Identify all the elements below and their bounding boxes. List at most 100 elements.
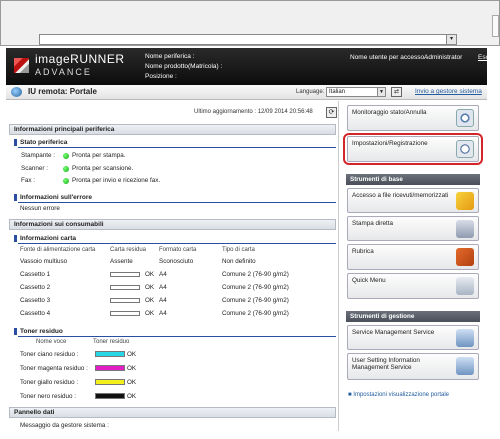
portal-settings-link[interactable]: ■ Impostazioni visualizzazione portale <box>348 392 449 398</box>
scanner-status: Pronta per scansione. <box>72 165 134 172</box>
table-row-remaining: OK <box>145 310 155 317</box>
fax-label: Fax : <box>21 177 35 184</box>
language-select[interactable]: Italian ▼ <box>326 87 386 97</box>
toner-row-status: OK <box>127 393 137 400</box>
address-book-label: Rubrica <box>352 248 374 255</box>
settings-registration-label: Impostazioni/Registrazione <box>352 140 428 147</box>
stored-files-label: Accesso a file ricevuti/memorizzati <box>352 192 449 199</box>
table-row-type: Non definito <box>222 258 256 265</box>
status-ok-icon <box>63 153 69 159</box>
toner-level-bar <box>95 393 125 399</box>
table-row-remaining: OK <box>145 297 155 304</box>
consumables-header: Informazioni sui consumabili <box>9 219 336 230</box>
table-row-source: Cassetto 1 <box>20 271 51 278</box>
window-icon <box>456 357 474 375</box>
table-row-format: A4 <box>159 310 167 317</box>
paper-col-source: Fonte di alimentazione carta <box>20 247 96 253</box>
toner-col-name: Nome voce <box>36 339 67 345</box>
toner-col-remaining: Toner residuo <box>93 339 130 345</box>
banner: imageRUNNER ADVANCE Nome periferica : No… <box>6 48 490 85</box>
table-row-remaining: Assente <box>110 258 133 265</box>
status-header: Stato periferica <box>14 138 336 148</box>
printer-label: Stampante : <box>21 152 55 159</box>
send-admin-link[interactable]: Invio a gestore sistema <box>415 88 482 95</box>
product-name-label: Nome prodotto(Matricola) : <box>145 63 223 70</box>
device-info-header: Informazioni principali periferica <box>9 124 336 135</box>
user-label: Nome utente per accesso : <box>350 54 428 61</box>
table-row-type: Comune 2 (76-90 g/m2) <box>222 284 289 291</box>
table-row-source: Cassetto 3 <box>20 297 51 304</box>
basic-tools-header: Strumenti di base <box>346 174 480 185</box>
address-book-button[interactable]: Rubrica <box>347 244 479 270</box>
status-ok-icon <box>63 178 69 184</box>
address-dropdown-icon[interactable]: ▾ <box>446 35 456 44</box>
status-ok-icon <box>63 166 69 172</box>
user-setting-button[interactable]: User Setting Information Management Serv… <box>347 353 479 380</box>
remote-ui-icon <box>11 87 22 97</box>
user-name: Administrator <box>424 54 463 61</box>
toner-level-bar <box>95 351 125 357</box>
data-panel-header: Pannello dati <box>9 407 336 418</box>
address-bar[interactable]: ▾ <box>39 34 457 45</box>
device-name-label: Nome periferica : <box>145 53 195 60</box>
direct-print-label: Stampa diretta <box>352 220 393 227</box>
settings-registration-button[interactable]: Impostazioni/Registrazione <box>347 136 479 162</box>
language-value: Italian <box>329 89 346 95</box>
toner-level-bar <box>95 365 125 371</box>
quick-menu-button[interactable]: Quick Menu <box>347 273 479 299</box>
paper-level-bar <box>110 272 140 277</box>
page-title: IU remota: Portale <box>28 87 97 96</box>
table-row-format: A4 <box>159 284 167 291</box>
toner-level-bar <box>95 379 125 385</box>
toner-header: Toner residuo <box>14 327 336 337</box>
location-label: Posizione : <box>145 73 177 80</box>
refresh-button[interactable]: ⟳ <box>326 107 337 118</box>
printer-icon <box>456 220 474 238</box>
window-icon <box>456 329 474 347</box>
language-label: Language: <box>296 89 325 95</box>
fax-status: Pronta per invio e ricezione fax. <box>72 177 161 184</box>
service-management-button[interactable]: Service Management Service <box>347 325 479 350</box>
toner-row-status: OK <box>127 365 137 372</box>
error-header: Informazioni sull'errore <box>14 193 336 203</box>
paper-level-bar <box>110 285 140 290</box>
toner-row-name: Toner magenta residuo : <box>20 365 88 372</box>
address-book-icon <box>456 248 474 266</box>
paper-col-remaining: Carta residua <box>110 247 147 253</box>
toner-row-status: OK <box>127 351 137 358</box>
paper-col-format: Formato carta <box>159 247 197 253</box>
language-apply-button[interactable]: ⇄ <box>391 87 402 97</box>
user-menu-icon <box>456 277 474 295</box>
table-row-source: Cassetto 2 <box>20 284 51 291</box>
table-row-format: A4 <box>159 271 167 278</box>
scrollbar[interactable] <box>492 15 499 37</box>
folder-icon <box>456 192 474 210</box>
brand-logo-icon <box>14 58 29 73</box>
admin-message-label: Messaggio da gestore sistema : <box>20 422 109 429</box>
direct-print-button[interactable]: Stampa diretta <box>347 216 479 241</box>
paper-level-bar <box>110 311 140 316</box>
toner-row-name: Toner nero residuo : <box>20 393 77 400</box>
paper-header: Informazioni carta <box>14 234 336 244</box>
table-row-type: Comune 2 (76-90 g/m2) <box>222 271 289 278</box>
quick-menu-label: Quick Menu <box>352 277 386 284</box>
table-row-type: Comune 2 (76-90 g/m2) <box>222 310 289 317</box>
chevron-down-icon: ▼ <box>377 88 385 96</box>
monitor-status-button[interactable]: Monitoraggio stato/Annulla <box>347 105 479 131</box>
browser-toolbar: ▾ <box>0 0 500 46</box>
stored-files-button[interactable]: Accesso a file ricevuti/memorizzati <box>347 188 479 213</box>
table-row-type: Comune 2 (76-90 g/m2) <box>222 297 289 304</box>
table-row-remaining: OK <box>145 271 155 278</box>
gear-icon <box>456 140 474 158</box>
title-bar: IU remota: Portale Language: Italian ▼ ⇄… <box>6 85 487 100</box>
brand-subname: ADVANCE <box>35 67 92 77</box>
scanner-label: Scanner : <box>21 165 48 172</box>
paper-level-bar <box>110 298 140 303</box>
brand-name: imageRUNNER <box>35 52 125 66</box>
table-row-format: A4 <box>159 297 167 304</box>
last-update-text: Ultimo aggiornamento : 12/09 2014 20:56:… <box>194 109 313 115</box>
toner-row-name: Toner giallo residuo : <box>20 379 79 386</box>
main-panel: Ultimo aggiornamento : 12/09 2014 20:56:… <box>6 101 339 431</box>
table-row-source: Cassetto 4 <box>20 310 51 317</box>
logout-link[interactable]: Esci <box>478 54 490 61</box>
